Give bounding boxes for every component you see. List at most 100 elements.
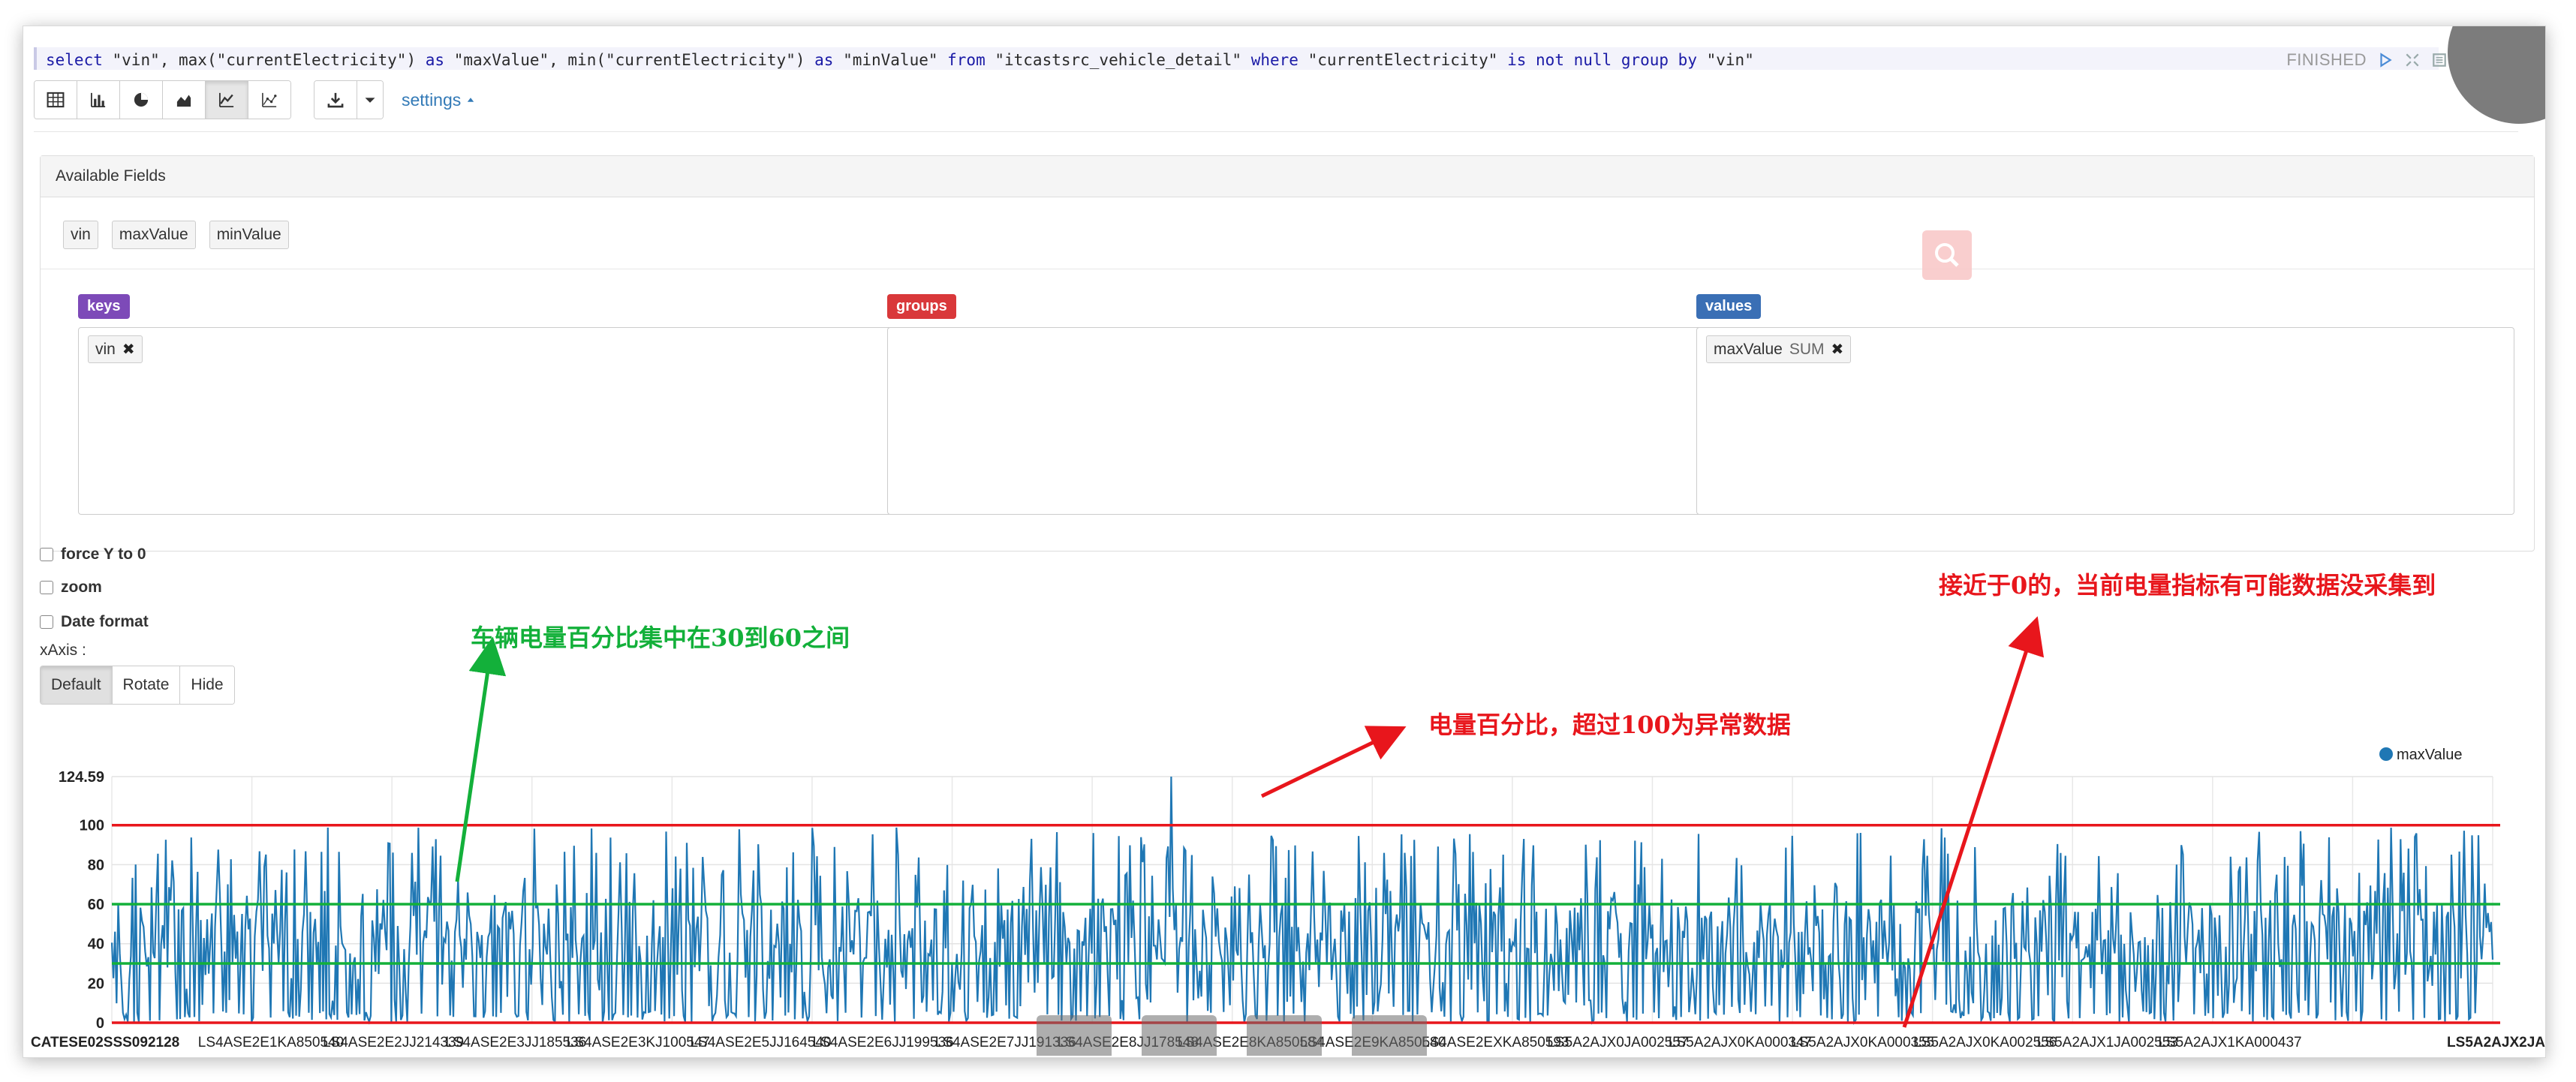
force-y-label: force Y to 0 — [61, 546, 146, 563]
x-tick-label: LS5A2AJX1JA002553 — [2037, 1035, 2178, 1050]
xaxis-mode-group: Default Rotate Hide — [40, 666, 235, 705]
x-tick-label: LS4ASE2E1KA850540 — [198, 1035, 344, 1050]
xaxis-rotate-button[interactable]: Rotate — [112, 666, 181, 704]
keys-dropzone[interactable]: vin ✖ — [78, 327, 896, 515]
overlay-control[interactable] — [1352, 1015, 1427, 1056]
zoom-option[interactable]: zoom — [40, 579, 102, 597]
pie-chart-view-button[interactable] — [120, 81, 163, 119]
values-zone: values — [1696, 294, 1762, 319]
field-chip-maxvalue[interactable]: maxValue — [111, 221, 196, 249]
settings-panel: Available Fields vin maxValue minValue k… — [40, 155, 2535, 552]
overlay-control[interactable] — [1247, 1015, 1322, 1056]
query-keyword: where — [1250, 51, 1308, 69]
panel-title: Available Fields — [41, 156, 2534, 197]
x-tick-label: LS4ASE2E3KJ100547 — [567, 1035, 710, 1050]
xaxis-label: xAxis : — [40, 642, 86, 659]
bar-chart-icon — [90, 92, 106, 108]
query-keyword: from — [947, 51, 995, 69]
line-chart[interactable]: 0 20 40 60 80 100 124.59 CATESE02SSS092128 LS4AS… — [23, 732, 2545, 1057]
x-tick-label: LS5A2AJX0JA002557 — [1547, 1035, 1688, 1050]
status-label: FINISHED — [2286, 50, 2367, 69]
zoom-label: zoom — [61, 579, 102, 596]
values-dropzone[interactable]: maxValue SUM ✖ — [1696, 327, 2514, 515]
x-tick-label: CATESE02SSS092128 — [31, 1035, 179, 1050]
legend-marker[interactable] — [2379, 747, 2393, 761]
force-y-checkbox[interactable] — [40, 548, 53, 561]
date-format-checkbox[interactable] — [40, 615, 53, 629]
query-token: "minValue" — [843, 51, 948, 69]
caret-up-icon — [468, 98, 474, 102]
expand-icon[interactable] — [2404, 52, 2421, 68]
query-keyword: as — [425, 51, 454, 69]
line-chart-view-button[interactable] — [206, 81, 248, 119]
value-pill[interactable]: maxValue SUM ✖ — [1706, 335, 1852, 363]
close-icon[interactable]: ✕ — [2538, 26, 2545, 31]
notebook-paragraph: ✕ select "vin", max("currentElectricity"… — [23, 26, 2546, 1058]
y-tick-label: 20 — [88, 975, 104, 992]
pie-chart-icon — [134, 92, 149, 107]
query-token: "vin", max("currentElectricity") — [112, 51, 426, 69]
y-tick-label: 80 — [88, 857, 104, 873]
y-tick-label: 100 — [80, 818, 104, 834]
x-tick-label: LS4ASE2E3JJ185536 — [445, 1035, 586, 1050]
overlay-control[interactable] — [1037, 1015, 1112, 1056]
table-view-button[interactable] — [35, 81, 77, 119]
query-text[interactable]: select "vin", max("currentElectricity") … — [46, 49, 1754, 71]
value-pill-agg[interactable]: SUM — [1789, 341, 1825, 359]
force-y-option[interactable]: force Y to 0 — [40, 546, 146, 564]
date-format-label: Date format — [61, 613, 149, 630]
x-tick-label: LS5A2AJX2JA — [2447, 1035, 2545, 1050]
y-tick-label: 0 — [96, 1015, 104, 1032]
groups-dropzone[interactable] — [887, 327, 1705, 515]
x-tick-label: LS4ASE2E2JJ214339 — [323, 1035, 464, 1050]
keys-badge: keys — [78, 294, 130, 319]
date-format-option[interactable]: Date format — [40, 613, 149, 631]
run-icon[interactable] — [2377, 52, 2394, 68]
chart-overlay-controls — [1037, 1015, 1427, 1056]
download-icon — [327, 92, 344, 108]
available-fields: vin maxValue minValue — [63, 221, 289, 249]
close-overlay[interactable]: ✕ — [2448, 26, 2545, 124]
groups-zone: groups — [887, 294, 956, 319]
paragraph-status: FINISHED — [2286, 49, 2448, 71]
zoom-checkbox[interactable] — [40, 581, 53, 594]
scatter-chart-icon — [262, 92, 277, 107]
settings-label: settings — [402, 89, 462, 110]
search-icon[interactable] — [1922, 230, 1972, 280]
download-group — [314, 80, 384, 119]
settings-toggle[interactable]: settings — [402, 90, 476, 110]
field-chip-vin[interactable]: vin — [63, 221, 98, 249]
bar-chart-view-button[interactable] — [77, 81, 120, 119]
scatter-chart-view-button[interactable] — [248, 81, 290, 119]
line-chart-icon — [218, 92, 234, 108]
remove-icon[interactable]: ✖ — [122, 340, 135, 359]
legend-label[interactable]: maxValue — [2397, 747, 2462, 763]
key-pill-label: vin — [95, 340, 116, 358]
download-button[interactable] — [314, 81, 357, 119]
remove-icon[interactable]: ✖ — [1831, 340, 1844, 359]
overlay-control[interactable] — [1142, 1015, 1217, 1056]
y-tick-label: 124.59 — [59, 769, 104, 786]
query-token: "itcastsrc_vehicle_detail" — [995, 51, 1251, 69]
xaxis-default-button[interactable]: Default — [41, 666, 113, 704]
field-chip-minvalue[interactable]: minValue — [209, 221, 289, 249]
table-icon — [47, 92, 65, 108]
xaxis-hide-button[interactable]: Hide — [180, 666, 234, 704]
divider — [34, 131, 2518, 132]
y-tick-label: 60 — [88, 897, 104, 913]
query-keyword: is not null group by — [1507, 51, 1707, 69]
series-maxvalue-line[interactable] — [110, 776, 2494, 1025]
annotation-red-note-mid: 电量百分比，超过100为异常数据 — [1428, 711, 1791, 739]
query-token: "vin" — [1706, 51, 1754, 69]
annotation-green-note: 车辆电量百分比集中在30到60之间 — [471, 624, 850, 652]
y-tick-label: 40 — [88, 936, 104, 953]
groups-badge: groups — [887, 294, 956, 319]
book-icon[interactable] — [2431, 52, 2448, 68]
caret-down-icon — [365, 98, 375, 103]
value-pill-label: maxValue — [1714, 340, 1783, 358]
key-pill[interactable]: vin ✖ — [88, 335, 143, 363]
x-tick-label: LS5A2AJX0KA002556 — [1913, 1035, 2057, 1050]
area-chart-view-button[interactable] — [163, 81, 206, 119]
download-dropdown-button[interactable] — [357, 81, 383, 119]
query-keyword: as — [814, 51, 844, 69]
